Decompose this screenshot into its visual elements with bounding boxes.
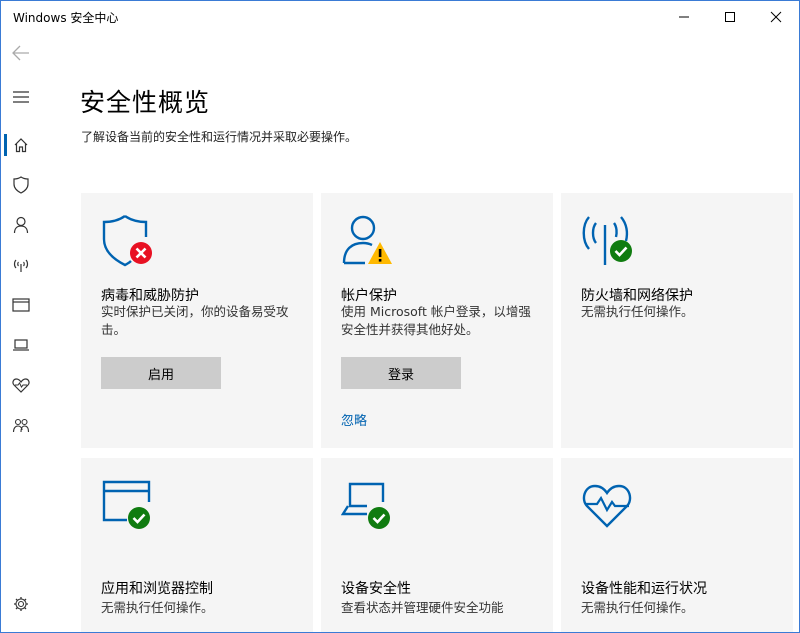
card-title: 防火墙和网络保护 <box>581 288 693 304</box>
card-title: 设备安全性 <box>341 581 411 597</box>
sidebar-item-app-browser[interactable] <box>1 285 41 325</box>
enable-button[interactable]: 启用 <box>101 357 221 389</box>
minimize-icon <box>679 16 689 18</box>
card-virus-protection[interactable]: 病毒和威胁防护 实时保护已关闭，你的设备易受攻击。 启用 <box>81 193 313 448</box>
sidebar-item-virus-protection[interactable] <box>1 165 41 205</box>
sidebar-item-device-security[interactable] <box>1 325 41 365</box>
sidebar-item-family[interactable] <box>1 405 41 445</box>
settings-button[interactable] <box>1 584 41 624</box>
card-device-performance[interactable]: 设备性能和运行状况 无需执行任何操作。 <box>561 458 793 632</box>
close-icon <box>770 11 782 23</box>
card-description: 无需执行任何操作。 <box>581 304 694 319</box>
antenna-ok-icon <box>582 216 632 265</box>
maximize-button[interactable] <box>707 1 753 33</box>
wifi-antenna-icon <box>13 259 29 272</box>
back-arrow-icon <box>12 45 29 61</box>
card-description: 无需执行任何操作。 <box>581 600 694 615</box>
close-button[interactable] <box>753 1 799 33</box>
card-description: 使用 Microsoft 帐户登录，以增强安全性并获得其他好处。 <box>341 304 531 337</box>
home-icon <box>14 138 28 153</box>
menu-button[interactable] <box>1 77 41 117</box>
card-title: 设备性能和运行状况 <box>581 581 707 597</box>
browser-window-icon <box>12 298 30 312</box>
card-description: 查看状态并管理硬件安全功能 <box>341 600 504 615</box>
minimize-button[interactable] <box>661 1 707 33</box>
window-title: Windows 安全中心 <box>13 11 119 25</box>
sidebar-item-device-health[interactable] <box>1 365 41 405</box>
browser-ok-icon <box>102 480 151 529</box>
laptop-icon <box>13 339 29 351</box>
shield-icon <box>13 176 29 194</box>
card-app-browser-control[interactable]: 应用和浏览器控制 无需执行任何操作。 <box>81 458 313 632</box>
card-description: 实时保护已关闭，你的设备易受攻击。 <box>101 304 289 337</box>
sidebar <box>1 33 41 632</box>
card-device-security[interactable]: 设备安全性 查看状态并管理硬件安全功能 <box>321 458 553 632</box>
main-content: 安全性概览 了解设备当前的安全性和运行情况并采取必要操作。 病毒和威胁防护 实时… <box>41 33 799 632</box>
sidebar-item-firewall[interactable] <box>1 245 41 285</box>
sidebar-item-home[interactable] <box>1 125 41 165</box>
gear-icon <box>14 597 28 611</box>
title-bar: Windows 安全中心 <box>1 1 799 33</box>
card-title: 帐户保护 <box>341 288 397 304</box>
family-icon <box>12 418 30 433</box>
sign-in-button[interactable]: 登录 <box>341 357 461 389</box>
heart-icon <box>12 378 30 393</box>
person-warning-icon <box>342 215 392 265</box>
sidebar-item-account[interactable] <box>1 205 41 245</box>
laptop-ok-icon <box>341 482 390 529</box>
card-title: 应用和浏览器控制 <box>101 581 213 597</box>
person-icon <box>13 216 29 234</box>
card-firewall[interactable]: 防火墙和网络保护 无需执行任何操作。 <box>561 193 793 448</box>
shield-error-icon <box>102 215 152 267</box>
heart-pulse-icon <box>582 484 632 528</box>
card-account-protection[interactable]: 帐户保护 使用 Microsoft 帐户登录，以增强安全性并获得其他好处。 登录… <box>321 193 553 448</box>
card-description: 无需执行任何操作。 <box>101 600 214 615</box>
back-button[interactable] <box>1 33 41 73</box>
page-subtitle: 了解设备当前的安全性和运行情况并采取必要操作。 <box>81 130 358 144</box>
hamburger-menu-icon <box>13 91 29 103</box>
card-title: 病毒和威胁防护 <box>101 288 199 304</box>
dismiss-link[interactable]: 忽略 <box>341 410 367 429</box>
page-title: 安全性概览 <box>80 88 211 117</box>
security-center-window: Windows 安全中心 安全性概览 了解设备当前的安全性和运行情况并采取必要操… <box>0 0 800 633</box>
maximize-icon <box>725 12 735 22</box>
